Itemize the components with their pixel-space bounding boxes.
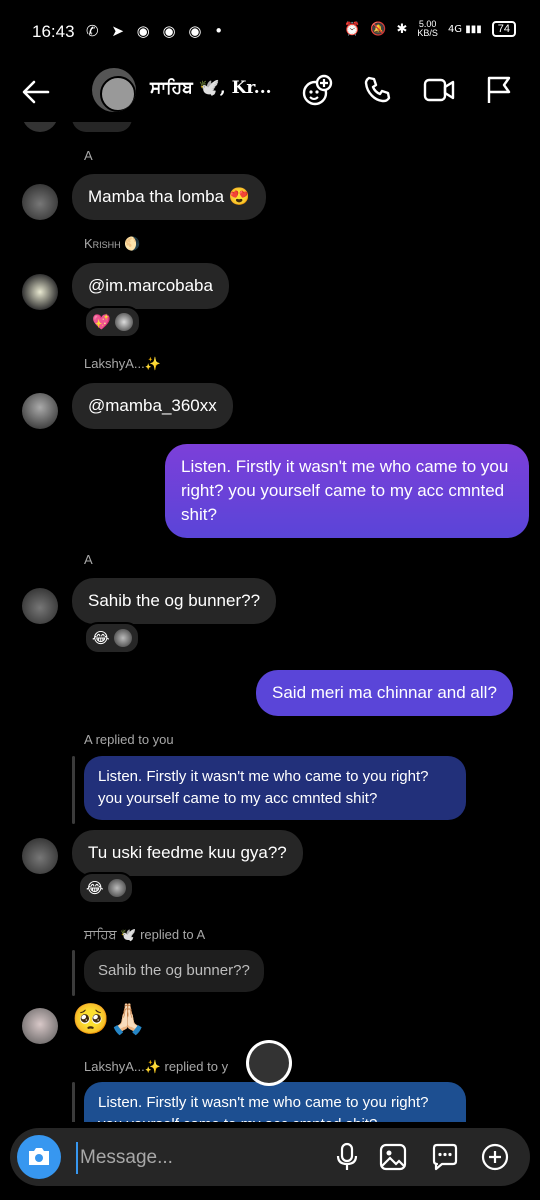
status-bar: 16:43 ✆ ➤ ◉ ◉ ◉ • ⏰ 🔕 ✱ 5.00 KB/S 4G ▮▮▮ … [0, 0, 540, 62]
sender-name: A [84, 552, 93, 567]
sender-name: LakshyA...✨ [84, 356, 161, 371]
notification-icons: ✆ ➤ ◉ ◉ ◉ • [86, 22, 228, 40]
add-people-icon[interactable] [300, 74, 334, 108]
message-input[interactable] [76, 1142, 312, 1174]
seen-avatar [246, 1040, 292, 1086]
reply-label: ਸਾਹਿਬ 🕊️ replied to A [84, 927, 206, 942]
quoted-message[interactable]: Listen. Firstly it wasn't me who came to… [84, 756, 466, 820]
status-right: ⏰ 🔕 ✱ 5.00 KB/S 4G ▮▮▮ 74 [344, 20, 516, 38]
message-list[interactable]: A Mamba tha lomba 😍 Krishh 🌖 @im.marcoba… [0, 122, 540, 1122]
flag-icon[interactable] [484, 74, 514, 106]
quote-bar [72, 756, 75, 824]
message-bubble[interactable] [72, 122, 132, 132]
quoted-message[interactable]: Listen. Firstly it wasn't me who came to… [84, 1082, 466, 1122]
emoji-message[interactable]: 🥺🙏🏻 [72, 1002, 147, 1037]
signal-icon: 4G ▮▮▮ [447, 23, 482, 35]
message-bubble[interactable]: @mamba_360xx [72, 383, 233, 429]
quote-bar [72, 1082, 75, 1122]
message-bubble[interactable]: Tu uski feedme kuu gya?? [72, 830, 303, 876]
phone-icon[interactable] [362, 74, 394, 106]
camera-icon [29, 1148, 49, 1165]
bluetooth-icon: ✱ [396, 21, 408, 37]
alarm-icon: ⏰ [344, 21, 361, 37]
sender-name: Krishh 🌖 [84, 236, 141, 251]
sticker-chat-icon[interactable] [430, 1142, 460, 1172]
camera-button[interactable] [17, 1135, 61, 1179]
status-time: 16:43 [32, 22, 75, 41]
microphone-icon[interactable] [332, 1142, 362, 1172]
video-call-icon[interactable] [422, 74, 456, 106]
reaction-badge[interactable]: 😂 [84, 622, 140, 654]
quote-bar [72, 950, 75, 996]
avatar[interactable] [22, 184, 58, 220]
reaction-badge[interactable]: 💖 [84, 306, 141, 338]
chat-header: ਸਾਹਿਬ 🕊️, Kr... [0, 62, 540, 122]
outgoing-message-bubble[interactable]: Listen. Firstly it wasn't me who came to… [165, 444, 529, 538]
back-arrow-icon[interactable] [20, 76, 52, 108]
message-bubble[interactable]: @im.marcobaba [72, 263, 229, 309]
message-composer [10, 1128, 530, 1186]
message-bubble[interactable]: Sahib the og bunner?? [72, 578, 277, 624]
avatar[interactable] [22, 393, 58, 429]
avatar[interactable] [22, 274, 58, 310]
gallery-icon[interactable] [378, 1142, 408, 1172]
mute-icon: 🔕 [370, 21, 387, 37]
battery-icon: 74 [491, 21, 516, 37]
reply-label: LakshyA...✨ replied to y [84, 1059, 229, 1074]
reaction-badge[interactable]: 😂 [78, 872, 134, 904]
sender-name: A [84, 148, 93, 163]
reply-label: A replied to you [84, 732, 174, 747]
avatar [22, 122, 58, 132]
quoted-message[interactable]: Sahib the og bunner?? [84, 950, 264, 992]
avatar[interactable] [22, 838, 58, 874]
chat-title[interactable]: ਸਾਹਿਬ 🕊️, Kr... [150, 78, 272, 98]
group-avatar[interactable] [92, 68, 136, 112]
outgoing-message-bubble[interactable]: Said meri ma chinnar and all? [256, 670, 513, 716]
net-speed: 5.00 KB/S [417, 19, 438, 38]
message-bubble[interactable]: Mamba tha lomba 😍 [72, 174, 266, 220]
add-circle-icon[interactable] [480, 1142, 510, 1172]
avatar[interactable] [22, 588, 58, 624]
avatar[interactable] [22, 1008, 58, 1044]
